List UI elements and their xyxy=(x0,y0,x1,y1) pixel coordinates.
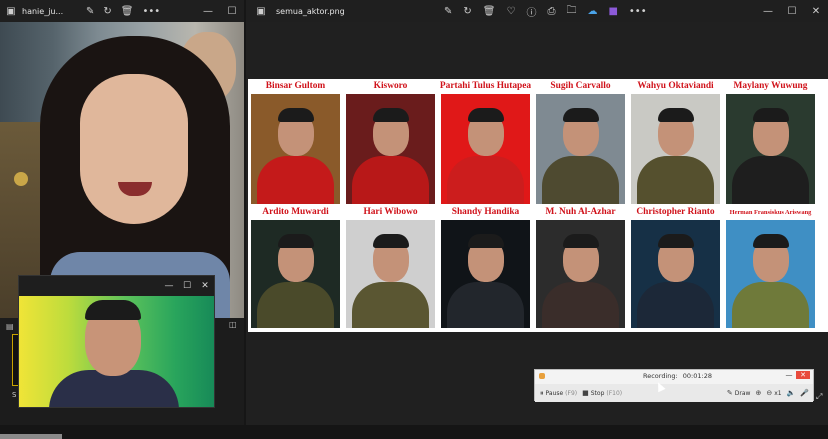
webcam-window[interactable]: — ☐ ✕ xyxy=(18,275,215,408)
actor-portrait xyxy=(441,94,530,204)
pause-button[interactable]: ⏸ Pause (F9) xyxy=(540,389,577,398)
info-icon[interactable]: ⓘ xyxy=(526,4,536,19)
edit-icon[interactable]: ✎ xyxy=(444,6,452,17)
draw-button[interactable]: ✎ Draw xyxy=(727,389,751,397)
speaker-button[interactable]: 🔈 xyxy=(787,389,796,397)
folder-icon[interactable]: 🗀 xyxy=(566,3,576,20)
photos-app-icon: ▣ xyxy=(256,5,266,17)
app-icon[interactable]: ■ xyxy=(608,6,617,17)
actor-portrait xyxy=(726,220,815,328)
microphone-button[interactable]: 🎤 xyxy=(800,389,809,397)
actor-name: Binsar Gultom xyxy=(265,81,326,91)
zoom-in-button[interactable]: ⊕ xyxy=(755,389,761,397)
left-photo-image xyxy=(0,22,244,318)
right-photo-window: ▣ semua_aktor.png ✎ ↻ 🗑 ♡ ⓘ ⎙ 🗀 ☁ ■ ••• … xyxy=(246,0,828,425)
actor-portrait xyxy=(536,94,625,204)
actor-name: Shandy Handika xyxy=(451,207,520,217)
more-icon[interactable]: ••• xyxy=(142,6,160,17)
recorder-minimize-button[interactable]: — xyxy=(782,371,796,379)
recorder-close-button[interactable]: ✕ xyxy=(796,371,810,379)
close-button[interactable]: ✕ xyxy=(804,6,828,17)
actor-name: Kisworo xyxy=(373,81,408,91)
webcam-titlebar[interactable]: — ☐ ✕ xyxy=(19,276,214,296)
actor-name: Ardito Muwardi xyxy=(262,207,329,217)
rotate-icon[interactable]: ↻ xyxy=(103,6,111,17)
pause-icon: ⏸ xyxy=(540,388,544,397)
pen-icon: ✎ xyxy=(726,389,733,397)
recording-status: Recording: 00:01:28 xyxy=(643,372,712,380)
actor-name: Hari Wibowo xyxy=(363,207,418,217)
minimize-button[interactable]: — xyxy=(196,6,220,17)
actor-portrait xyxy=(631,220,720,328)
left-window-title: hanie_ju... xyxy=(22,6,64,16)
cloud-icon[interactable]: ☁ xyxy=(587,6,597,17)
expand-icon[interactable]: ⤢ xyxy=(816,392,822,402)
maximize-button[interactable]: ☐ xyxy=(780,6,804,17)
actor-portrait xyxy=(346,94,435,204)
heart-icon[interactable]: ♡ xyxy=(506,6,515,17)
screen-recorder-bar[interactable]: Recording: 00:01:28 — ✕ ⏸ Pause (F9) ■ S… xyxy=(534,369,814,402)
actor-name: Partahi Tulus Hutapea xyxy=(439,81,532,91)
desktop: ▣ hanie_ju... ✎ ↻ 🗑 ••• — ☐ ▤ ◫ S — ☐ ✕ … xyxy=(0,0,828,439)
actor-portrait xyxy=(441,220,530,328)
actor-portrait xyxy=(726,94,815,204)
recorder-logo-icon xyxy=(539,373,545,379)
actor-name: Maylany Wuwung xyxy=(733,81,808,91)
left-window-titlebar[interactable]: ▣ hanie_ju... ✎ ↻ 🗑 ••• — ☐ xyxy=(0,0,244,22)
filmstrip-icon[interactable]: ▤ xyxy=(6,322,14,331)
right-window-title: semua_aktor.png xyxy=(276,6,345,16)
print-icon[interactable]: ⎙ xyxy=(547,6,555,17)
delete-icon[interactable]: 🗑 xyxy=(121,6,134,17)
more-icon[interactable]: ••• xyxy=(629,6,647,17)
actor-name: M. Nuh Al-Azhar xyxy=(545,207,616,217)
recording-elapsed: 00:01:28 xyxy=(682,372,712,380)
webcam-close-button[interactable]: ✕ xyxy=(196,281,214,291)
actor-portrait xyxy=(251,220,340,328)
minimize-button[interactable]: — xyxy=(756,6,780,17)
rotate-icon[interactable]: ↻ xyxy=(463,6,471,17)
zoom-out-icon: ⊖ xyxy=(766,389,773,397)
webcam-minimize-button[interactable]: — xyxy=(160,281,178,291)
zoom-out-button[interactable]: ⊖ x1 xyxy=(766,389,781,397)
photos-app-icon: ▣ xyxy=(6,5,16,17)
actor-portrait xyxy=(631,94,720,204)
actor-name: Sugih Carvallo xyxy=(550,81,611,91)
thumbnail-caption-fragment: S xyxy=(12,391,17,399)
recording-label: Recording: xyxy=(643,372,678,380)
delete-icon[interactable]: 🗑 xyxy=(483,6,496,17)
video-progress-bar[interactable] xyxy=(0,434,62,439)
slideshow-icon[interactable]: ◫ xyxy=(229,320,237,329)
right-window-titlebar[interactable]: ▣ semua_aktor.png ✎ ↻ 🗑 ♡ ⓘ ⎙ 🗀 ☁ ■ ••• … xyxy=(246,0,828,22)
speaker-icon: 🔈 xyxy=(786,389,796,397)
actor-name: Herman Fransiskus Ariswang xyxy=(729,209,812,216)
actor-name: Wahyu Oktaviandi xyxy=(637,81,714,91)
edit-icon[interactable]: ✎ xyxy=(86,6,94,17)
actor-portrait xyxy=(346,220,435,328)
webcam-maximize-button[interactable]: ☐ xyxy=(178,281,196,291)
maximize-button[interactable]: ☐ xyxy=(220,6,244,17)
actor-portrait xyxy=(251,94,340,204)
stop-icon: ■ xyxy=(582,389,589,397)
zoom-in-icon: ⊕ xyxy=(755,389,762,397)
stop-button[interactable]: ■ Stop (F10) xyxy=(582,389,622,397)
taskbar xyxy=(0,425,828,439)
microphone-icon: 🎤 xyxy=(800,389,809,397)
actor-portrait xyxy=(536,220,625,328)
actor-collage-image: Binsar Gultom Kisworo Partahi Tulus Hutape… xyxy=(248,79,828,332)
webcam-video xyxy=(19,296,214,407)
recorder-controls: ⏸ Pause (F9) ■ Stop (F10) ✎ Draw ⊕ ⊖ x1 … xyxy=(535,384,813,402)
actor-name: Christopher Rianto xyxy=(636,207,715,217)
zoom-level: x1 xyxy=(774,389,782,397)
